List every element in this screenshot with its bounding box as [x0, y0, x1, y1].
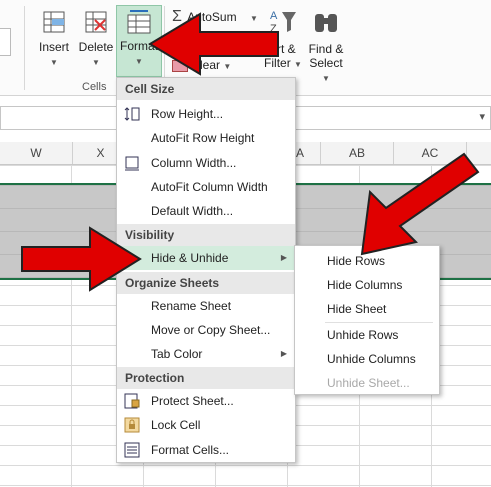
menu-item-autofit-row-height[interactable]: AutoFit Row Height — [117, 126, 295, 150]
submenu-item-unhide-columns[interactable]: Unhide Columns — [327, 352, 416, 366]
column-header[interactable]: W — [0, 142, 73, 164]
delete-button[interactable]: Delete ▼ — [76, 10, 116, 70]
chevron-right-icon: ▶ — [280, 349, 287, 358]
select-label: Select ▼ — [309, 56, 343, 83]
group-label-cells: Cells — [82, 81, 107, 93]
format-dropdown-menu: Cell Size Row Height... AutoFit Row Heig… — [116, 77, 296, 463]
submenu-item-hide-sheet[interactable]: Hide Sheet — [327, 302, 386, 316]
tab-color-label: Tab Color — [151, 347, 203, 361]
submenu-item-hide-columns[interactable]: Hide Columns — [327, 278, 402, 292]
autofit-row-height-label: AutoFit Row Height — [151, 131, 255, 145]
red-arrow-icon — [21, 226, 142, 292]
section-protection: Protection — [117, 367, 295, 389]
chevron-right-icon: ▶ — [280, 253, 287, 262]
section-organize-sheets: Organize Sheets — [117, 272, 295, 294]
hide-unhide-submenu: Hide Rows Hide Columns Hide Sheet Unhide… — [294, 245, 440, 395]
chevron-down-icon: ▼ — [50, 58, 58, 67]
menu-item-row-height[interactable]: Row Height... — [117, 102, 295, 126]
format-cells-label: Format Cells... — [151, 443, 230, 457]
format-cells-icon — [127, 10, 151, 34]
autofit-column-width-label: AutoFit Column Width — [151, 180, 268, 194]
insert-cells-icon — [43, 11, 65, 33]
protect-sheet-label: Protect Sheet... — [151, 394, 234, 408]
protect-sheet-icon — [123, 393, 141, 409]
insert-label: Insert — [38, 40, 69, 54]
section-cell-size: Cell Size — [117, 78, 295, 100]
column-width-icon — [123, 155, 141, 171]
menu-item-autofit-column-width[interactable]: AutoFit Column Width — [117, 175, 295, 199]
lock-icon — [123, 417, 141, 433]
menu-item-tab-color[interactable]: Tab Color ▶ — [117, 342, 295, 366]
lock-cell-label: Lock Cell — [151, 418, 201, 432]
group-separator — [24, 6, 25, 90]
style-gallery-edge[interactable] — [0, 28, 11, 56]
red-arrow-icon — [148, 12, 279, 76]
find-select-button[interactable]: Find & Select ▼ — [304, 8, 348, 86]
move-copy-sheet-label: Move or Copy Sheet... — [151, 323, 271, 337]
chevron-down-icon: ▼ — [92, 58, 100, 67]
menu-item-rename-sheet[interactable]: Rename Sheet — [117, 294, 295, 318]
menu-item-default-width[interactable]: Default Width... — [117, 199, 295, 223]
hide-unhide-label: Hide & Unhide — [151, 251, 229, 265]
submenu-item-unhide-rows[interactable]: Unhide Rows — [327, 328, 398, 342]
expand-formula-bar-icon[interactable]: ▾ — [479, 110, 485, 123]
delete-cells-icon — [85, 11, 107, 33]
row-height-label: Row Height... — [151, 107, 224, 121]
menu-item-move-copy-sheet[interactable]: Move or Copy Sheet... — [117, 318, 295, 342]
red-arrow-icon — [360, 152, 480, 256]
chevron-down-icon: ▼ — [322, 74, 330, 83]
chevron-down-icon: ▼ — [294, 60, 302, 69]
menu-item-lock-cell[interactable]: Lock Cell — [117, 413, 295, 437]
menu-item-format-cells[interactable]: Format Cells... — [117, 438, 295, 462]
menu-item-hide-unhide[interactable]: Hide & Unhide ▶ — [117, 246, 295, 270]
menu-item-column-width[interactable]: Column Width... — [117, 151, 295, 175]
section-visibility: Visibility — [117, 224, 295, 246]
delete-label: Delete — [78, 40, 114, 54]
menu-item-protect-sheet[interactable]: Protect Sheet... — [117, 389, 295, 413]
binoculars-icon — [315, 14, 337, 32]
submenu-item-unhide-sheet: Unhide Sheet... — [327, 376, 410, 390]
find-label: Find & — [308, 42, 344, 56]
rename-sheet-label: Rename Sheet — [151, 299, 232, 313]
default-width-label: Default Width... — [151, 204, 234, 218]
format-cells-icon — [123, 442, 141, 458]
insert-button[interactable]: Insert ▼ — [34, 10, 74, 70]
column-width-label: Column Width... — [151, 156, 237, 170]
submenu-separator — [325, 322, 433, 323]
row-height-icon — [123, 106, 141, 122]
